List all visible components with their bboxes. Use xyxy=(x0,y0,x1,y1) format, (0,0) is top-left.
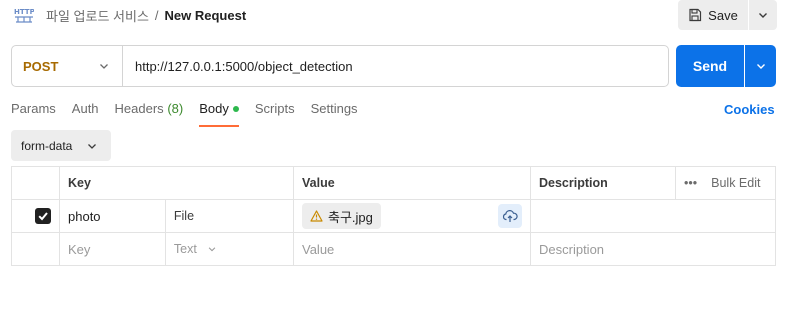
method-select[interactable]: POST xyxy=(12,46,123,86)
request-url-bar: POST http://127.0.0.1:5000/object_detect… xyxy=(11,45,669,87)
tab-headers-label: Headers xyxy=(114,101,164,116)
type-cell[interactable]: File xyxy=(164,199,295,233)
save-options-button[interactable] xyxy=(749,0,777,30)
breadcrumb: 파일 업로드 서비스 / New Request xyxy=(46,6,246,25)
description-cell[interactable] xyxy=(530,199,776,233)
tab-scripts[interactable]: Scripts xyxy=(255,101,295,127)
table-header-row: Key Value Description ••• Bulk Edit xyxy=(11,166,776,200)
form-data-table: Key Value Description ••• Bulk Edit phot… xyxy=(11,166,776,266)
header-key: Key xyxy=(59,166,294,200)
save-button-group: Save xyxy=(678,0,777,30)
send-button-group: Send xyxy=(676,45,776,87)
tab-body-label: Body xyxy=(199,101,229,116)
tab-body[interactable]: Body xyxy=(199,101,239,127)
warning-icon xyxy=(310,210,323,222)
breadcrumb-separator: / xyxy=(154,8,159,23)
http-request-icon: HTTP xyxy=(14,8,34,23)
file-name: 축구.jpg xyxy=(328,209,373,225)
send-options-button[interactable] xyxy=(745,45,776,87)
description-input-new[interactable]: Description xyxy=(530,232,776,266)
bulk-edit-button[interactable]: Bulk Edit xyxy=(711,176,760,190)
request-header: HTTP 파일 업로드 서비스 / New Request Save xyxy=(0,0,791,30)
save-button[interactable]: Save xyxy=(678,0,748,30)
cloud-upload-icon xyxy=(502,210,518,222)
headers-count: (8) xyxy=(167,101,184,116)
chevron-down-icon xyxy=(100,64,108,69)
body-indicator-dot xyxy=(232,105,239,112)
save-icon xyxy=(689,8,702,22)
checkmark-icon xyxy=(38,212,48,221)
tab-settings[interactable]: Settings xyxy=(311,101,358,127)
header-actions: ••• Bulk Edit xyxy=(675,166,776,200)
cookies-link[interactable]: Cookies xyxy=(724,102,775,117)
value-cell: 축구.jpg xyxy=(293,199,531,233)
more-options-icon[interactable]: ••• xyxy=(684,176,697,190)
type-label: File xyxy=(173,209,195,223)
method-label: POST xyxy=(23,58,59,74)
header-value: Value xyxy=(293,166,531,200)
save-label: Save xyxy=(708,7,738,23)
row-checkbox-cell xyxy=(11,199,60,233)
tab-auth[interactable]: Auth xyxy=(72,101,99,127)
type-cell-new[interactable]: Text xyxy=(164,232,295,266)
chevron-down-icon xyxy=(756,64,765,69)
tab-params[interactable]: Params xyxy=(11,101,56,127)
svg-text:HTTP: HTTP xyxy=(14,8,34,16)
file-chip[interactable]: 축구.jpg xyxy=(302,203,381,229)
upload-file-button[interactable] xyxy=(498,204,522,228)
breadcrumb-collection[interactable]: 파일 업로드 서비스 xyxy=(46,6,149,25)
chevron-down-icon xyxy=(208,247,216,252)
table-row-new: Key Text Value Description xyxy=(11,232,776,266)
request-tabs: Params Auth Headers (8) Body Scripts Set… xyxy=(11,101,374,127)
key-cell[interactable]: photo xyxy=(59,199,166,233)
value-input-new[interactable]: Value xyxy=(293,232,531,266)
request-name[interactable]: New Request xyxy=(165,8,247,23)
body-type-select[interactable]: form-data xyxy=(11,130,111,161)
header-description: Description xyxy=(530,166,676,200)
chevron-down-icon xyxy=(88,143,97,149)
header-checkbox-cell xyxy=(11,166,60,200)
row-enabled-checkbox[interactable] xyxy=(35,208,51,224)
row-checkbox-cell-empty xyxy=(11,232,60,266)
chevron-down-icon xyxy=(759,13,767,18)
type-label-new: Text xyxy=(173,242,197,256)
key-input-new[interactable]: Key xyxy=(59,232,166,266)
body-type-label: form-data xyxy=(21,138,73,153)
tab-headers[interactable]: Headers (8) xyxy=(115,101,184,127)
url-input[interactable]: http://127.0.0.1:5000/object_detection xyxy=(123,59,353,74)
send-button[interactable]: Send xyxy=(676,45,744,87)
table-row: photo File 축구.jpg xyxy=(11,199,776,233)
